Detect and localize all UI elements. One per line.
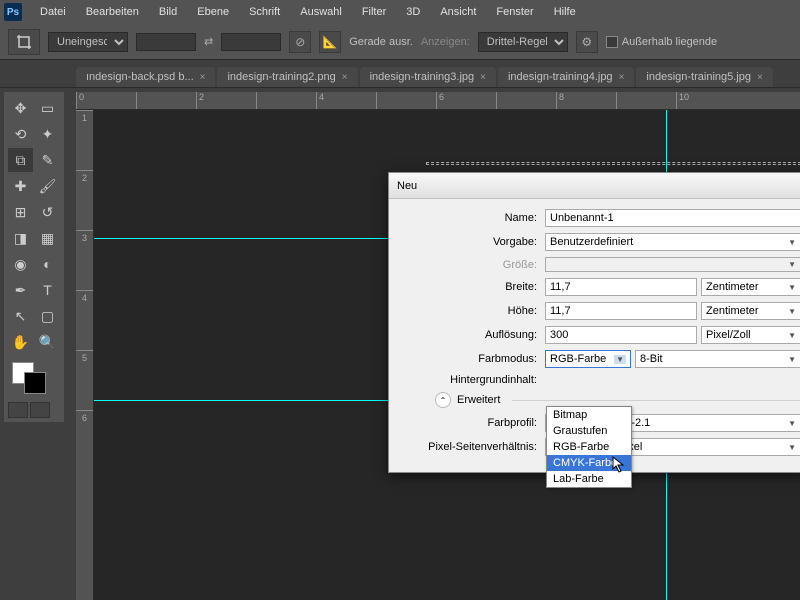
swap-icon[interactable]: ⇄ (204, 35, 213, 48)
bit-depth-select[interactable]: 8-Bit▼ (635, 350, 800, 368)
aspect-ratio-select[interactable]: Uneingeschränkt (48, 32, 128, 52)
dialog-title: Neu (397, 180, 417, 192)
size-label: Größe: (395, 259, 545, 271)
straighten-icon[interactable]: 📐 (319, 31, 341, 53)
background-swatch[interactable] (24, 372, 46, 394)
dropdown-option[interactable]: Graustufen (547, 423, 631, 439)
name-label: Name: (395, 212, 545, 224)
eraser-tool-icon[interactable]: ◨ (8, 226, 33, 250)
resolution-input[interactable] (545, 326, 697, 344)
crop-tool-icon[interactable]: ⧉ (8, 148, 33, 172)
document-tab[interactable]: indesign-training3.jpg× (360, 67, 496, 87)
color-mode-label: Farbmodus: (395, 353, 545, 365)
lasso-tool-icon[interactable]: ⟲ (8, 122, 33, 146)
document-tab[interactable]: ındesign-back.psd b...× (76, 67, 215, 87)
type-tool-icon[interactable]: T (35, 278, 60, 302)
view-label: Anzeigen: (421, 36, 470, 48)
preset-select[interactable]: Benutzerdefiniert▼ (545, 233, 800, 251)
dropdown-option[interactable]: Lab-Farbe (547, 471, 631, 487)
color-swatches[interactable] (8, 360, 60, 398)
shape-tool-icon[interactable]: ▢ (35, 304, 60, 328)
resolution-unit-select[interactable]: Pixel/Zoll▼ (701, 326, 800, 344)
blur-tool-icon[interactable]: ◉ (8, 252, 33, 276)
resolution-label: Auflösung: (395, 329, 545, 341)
name-input[interactable] (545, 209, 800, 227)
history-brush-tool-icon[interactable]: ↺ (35, 200, 60, 224)
width-label: Breite: (395, 281, 545, 293)
photoshop-logo: Ps (4, 3, 22, 21)
gear-icon[interactable]: ⚙ (576, 31, 598, 53)
crop-tool-preset-icon[interactable] (8, 29, 40, 55)
marquee-tool-icon[interactable]: ▭ (35, 96, 60, 120)
dropdown-option[interactable]: RGB-Farbe (547, 439, 631, 455)
pen-tool-icon[interactable]: ✒ (8, 278, 33, 302)
pixel-aspect-label: Pixel-Seitenverhältnis: (395, 441, 545, 453)
straighten-label: Gerade ausr. (349, 36, 413, 48)
menu-bearbeiten[interactable]: Bearbeiten (76, 6, 149, 18)
menu-fenster[interactable]: Fenster (486, 6, 543, 18)
move-tool-icon[interactable]: ✥ (8, 96, 33, 120)
dropdown-option[interactable]: CMYK-Farbe (547, 455, 631, 471)
close-icon[interactable]: × (342, 72, 348, 83)
document-tab[interactable]: indesign-training2.png× (217, 67, 357, 87)
background-label: Hintergrundinhalt: (395, 374, 545, 386)
options-bar: Uneingeschränkt ⇄ ⊘ 📐 Gerade ausr. Anzei… (0, 24, 800, 60)
document-tab[interactable]: indesign-training4.jpg× (498, 67, 634, 87)
crop-width-input[interactable] (136, 33, 196, 51)
overlay-select[interactable]: Drittel-Regel (478, 32, 568, 52)
toolbox: ✥ ▭ ⟲ ✦ ⧉ ✎ ✚ 🖌 ⊞ ↺ ◨ ▦ ◉ ◐ ✒ T ↖ ▢ ✋ 🔍 (4, 92, 64, 422)
menu-ansicht[interactable]: Ansicht (430, 6, 486, 18)
delete-outside-label: Außerhalb liegende (622, 36, 717, 48)
menu-ebene[interactable]: Ebene (187, 6, 239, 18)
delete-outside-checkbox[interactable]: Außerhalb liegende (606, 36, 717, 48)
stamp-tool-icon[interactable]: ⊞ (8, 200, 33, 224)
quick-mask-icon[interactable] (8, 402, 28, 418)
menu-bild[interactable]: Bild (149, 6, 187, 18)
crop-height-input[interactable] (221, 33, 281, 51)
close-icon[interactable]: × (619, 72, 625, 83)
menu-hilfe[interactable]: Hilfe (544, 6, 586, 18)
hand-tool-icon[interactable]: ✋ (8, 330, 33, 354)
height-label: Höhe: (395, 305, 545, 317)
document-tabs: ındesign-back.psd b...× indesign-trainin… (0, 60, 800, 88)
menu-datei[interactable]: Datei (30, 6, 76, 18)
zoom-tool-icon[interactable]: 🔍 (35, 330, 60, 354)
horizontal-ruler: 0 2 4 6 8 10 (76, 92, 800, 110)
menubar: Ps Datei Bearbeiten Bild Ebene Schrift A… (0, 0, 800, 24)
collapse-icon[interactable]: ⌃ (435, 392, 451, 408)
healing-tool-icon[interactable]: ✚ (8, 174, 33, 198)
dropdown-option[interactable]: Bitmap (547, 407, 631, 423)
path-tool-icon[interactable]: ↖ (8, 304, 33, 328)
close-icon[interactable]: × (200, 72, 206, 83)
preset-label: Vorgabe: (395, 236, 545, 248)
clear-icon[interactable]: ⊘ (289, 31, 311, 53)
color-mode-dropdown: Bitmap Graustufen RGB-Farbe CMYK-Farbe L… (546, 406, 632, 488)
menu-3d[interactable]: 3D (396, 6, 430, 18)
advanced-label: Erweitert (457, 394, 500, 406)
height-unit-select[interactable]: Zentimeter▼ (701, 302, 800, 320)
menu-schrift[interactable]: Schrift (239, 6, 290, 18)
color-mode-select[interactable]: RGB-Farbe▼ (545, 350, 631, 368)
magic-wand-tool-icon[interactable]: ✦ (35, 122, 60, 146)
screen-mode-icon[interactable] (30, 402, 50, 418)
vertical-ruler: 12 34 56 (76, 110, 94, 600)
menu-filter[interactable]: Filter (352, 6, 396, 18)
width-input[interactable] (545, 278, 697, 296)
gradient-tool-icon[interactable]: ▦ (35, 226, 60, 250)
color-profile-label: Farbprofil: (395, 417, 545, 429)
eyedropper-tool-icon[interactable]: ✎ (35, 148, 60, 172)
close-icon[interactable]: × (480, 72, 486, 83)
height-input[interactable] (545, 302, 697, 320)
menu-auswahl[interactable]: Auswahl (290, 6, 352, 18)
dodge-tool-icon[interactable]: ◐ (35, 252, 60, 276)
selection-marquee (426, 162, 800, 165)
dialog-titlebar[interactable]: Neu (389, 173, 800, 199)
close-icon[interactable]: × (757, 72, 763, 83)
size-select: ▼ (545, 257, 800, 272)
width-unit-select[interactable]: Zentimeter▼ (701, 278, 800, 296)
document-tab[interactable]: indesign-training5.jpg× (636, 67, 772, 87)
brush-tool-icon[interactable]: 🖌 (35, 174, 60, 198)
